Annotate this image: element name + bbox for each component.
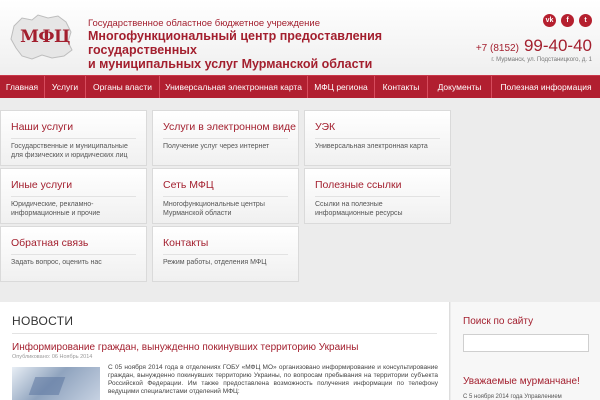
nav-mfc-region[interactable]: МФЦ региона: [308, 76, 375, 98]
site-header: МФЦ Государственное областное бюджетное …: [0, 0, 600, 75]
greeting-text: С 5 ноября 2014 года Управлением: [463, 394, 562, 400]
tile-contacts[interactable]: Контакты Режим работы, отделения МФЦ: [152, 226, 299, 282]
phone-code: +7 (8152): [475, 43, 519, 54]
divider: [163, 138, 288, 139]
news-item-text: С 05 ноября 2014 года в отделениях ГОБУ …: [108, 364, 438, 395]
tile-desc: Многофункциональные центры Мурманской об…: [163, 201, 265, 217]
tile-desc: Режим работы, отделения МФЦ: [163, 259, 267, 266]
tile-title: Полезные ссылки: [315, 179, 402, 191]
search-title: Поиск по сайту: [463, 316, 534, 327]
nav-universal-card[interactable]: Универсальная электронная карта: [160, 76, 308, 98]
tile-title: Контакты: [163, 237, 209, 249]
tile-title: Обратная связь: [11, 237, 89, 249]
tile-title: Наши услуги: [11, 121, 74, 133]
greeting-title: Уважаемые мурманчане!: [463, 376, 580, 387]
search-input[interactable]: [463, 334, 589, 352]
tile-desc: Получение услуг через интернет: [163, 143, 270, 150]
tile-title: Услуги в электронном виде: [163, 121, 296, 133]
news-heading: НОВОСТИ: [12, 314, 74, 328]
divider: [315, 138, 440, 139]
twitter-icon[interactable]: t: [579, 14, 592, 27]
divider: [163, 254, 288, 255]
news-item-image[interactable]: [12, 367, 100, 400]
nav-contacts[interactable]: Контакты: [375, 76, 428, 98]
tile-desc: Государственные и муниципальные для физи…: [11, 143, 128, 159]
divider: [11, 138, 136, 139]
site-logo[interactable]: МФЦ: [8, 12, 76, 62]
tile-title: УЭК: [315, 121, 336, 133]
nav-services[interactable]: Услуги: [45, 76, 86, 98]
tile-desc: Юридические, рекламно-информационные и п…: [11, 201, 101, 217]
facebook-icon[interactable]: f: [561, 14, 574, 27]
tile-title: Сеть МФЦ: [163, 179, 214, 191]
phone: +7 (8152) 99-40-40: [476, 36, 592, 56]
tile-title: Иные услуги: [11, 179, 73, 191]
vk-icon[interactable]: vk: [543, 14, 556, 27]
news-section: НОВОСТИ Информирование граждан, вынужден…: [0, 302, 450, 400]
tile-useful-links[interactable]: Полезные ссылки Ссылки на полезные инфор…: [304, 168, 451, 224]
nav-home[interactable]: Главная: [0, 76, 45, 98]
nav-documents[interactable]: Документы: [428, 76, 492, 98]
tile-our-services[interactable]: Наши услуги Государственные и муниципаль…: [0, 110, 147, 166]
nav-authorities[interactable]: Органы власти: [86, 76, 160, 98]
tile-desc: Ссылки на полезные информационные ресурс…: [315, 201, 403, 217]
phone-number[interactable]: 99-40-40: [524, 36, 592, 56]
org-title-line1: Многофункциональный центр предоставления…: [88, 29, 383, 57]
tile-feedback[interactable]: Обратная связь Задать вопрос, оценить на…: [0, 226, 147, 282]
social-links: vk f t: [543, 14, 592, 27]
tile-uek[interactable]: УЭК Универсальная электронная карта: [304, 110, 451, 166]
tile-desc: Задать вопрос, оценить нас: [11, 259, 102, 266]
logo-text: МФЦ: [20, 27, 70, 47]
tile-other-services[interactable]: Иные услуги Юридические, рекламно-информ…: [0, 168, 147, 224]
divider: [315, 196, 440, 197]
org-title-line2: и муниципальных услуг Мурманской области: [88, 57, 373, 71]
tile-desc: Универсальная электронная карта: [315, 143, 428, 150]
divider: [11, 254, 136, 255]
sidebar: Поиск по сайту Уважаемые мурманчане! С 5…: [451, 302, 600, 400]
main-nav: Главная Услуги Органы власти Универсальн…: [0, 75, 600, 98]
news-item-title[interactable]: Информирование граждан, вынужденно покин…: [12, 342, 358, 353]
nav-useful-info[interactable]: Полезная информация: [492, 76, 600, 98]
address: г. Мурманск, ул. Подстаницкого, д. 1: [491, 57, 592, 63]
tile-mfc-network[interactable]: Сеть МФЦ Многофункциональные центры Мурм…: [152, 168, 299, 224]
divider: [163, 196, 288, 197]
divider: [11, 196, 136, 197]
tile-e-services[interactable]: Услуги в электронном виде Получение услу…: [152, 110, 299, 166]
divider: [12, 333, 437, 334]
org-subtitle: Государственное областное бюджетное учре…: [88, 18, 320, 29]
news-item-date: Опубликовано: 06 Ноябрь 2014: [12, 354, 93, 360]
org-title: Многофункциональный центр предоставления…: [88, 29, 458, 71]
